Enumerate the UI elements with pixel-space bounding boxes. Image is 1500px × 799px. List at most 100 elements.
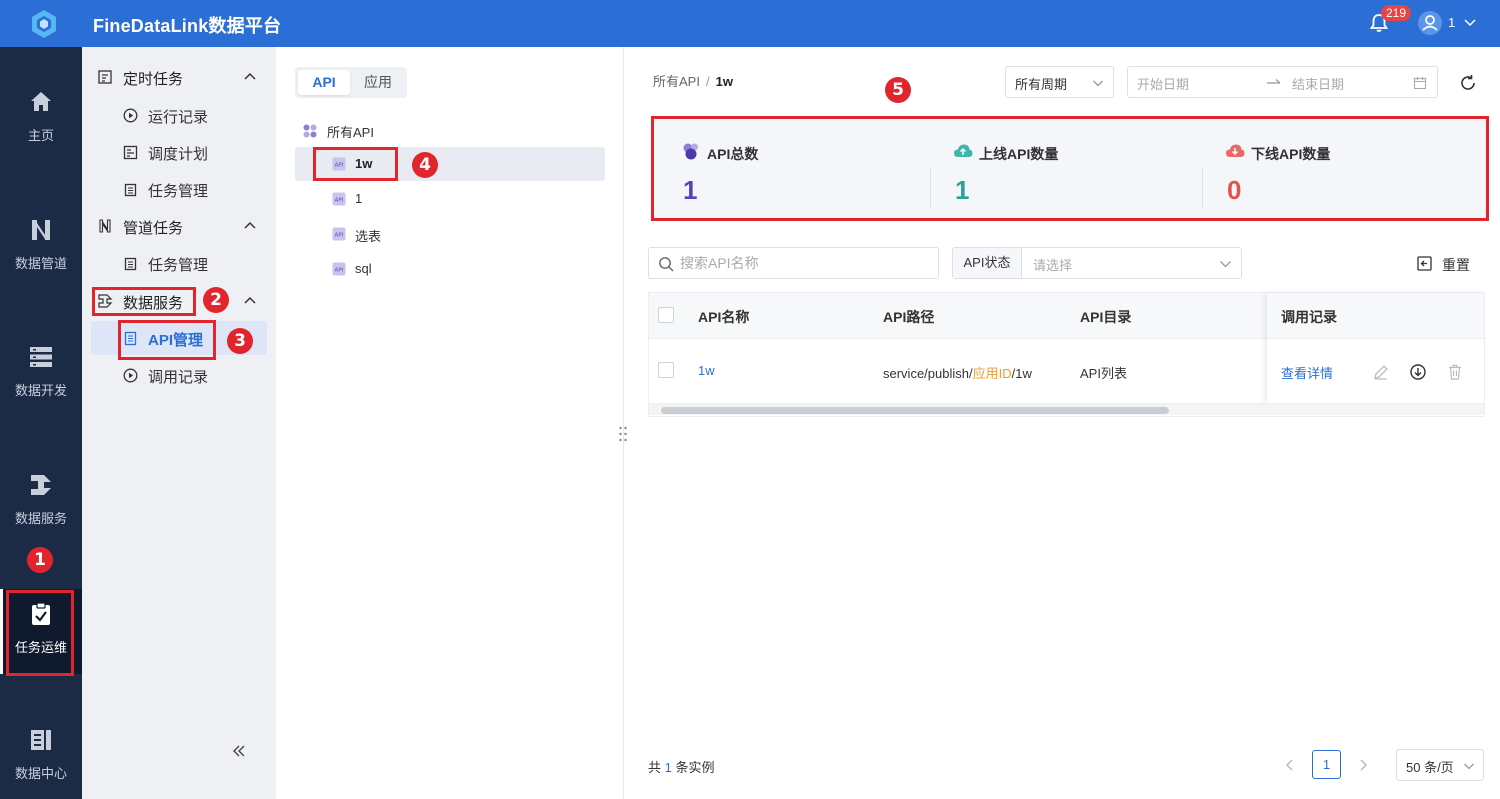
- annotation-box: [6, 590, 74, 676]
- edit-icon[interactable]: [1372, 363, 1390, 381]
- total-count: 共 1 条实例: [648, 757, 715, 776]
- rail-item-pipeline[interactable]: 数据管道: [0, 217, 82, 272]
- api-path-suffix: 1w: [1015, 366, 1032, 381]
- column-header: API目录: [1080, 309, 1132, 325]
- select-all-checkbox[interactable]: [658, 307, 674, 323]
- api-icon: API: [332, 227, 346, 241]
- svg-text:API: API: [335, 233, 344, 239]
- tab-app[interactable]: 应用: [352, 70, 404, 95]
- column-header: API名称: [698, 309, 750, 325]
- menu-item-label: 任务管理: [148, 257, 209, 274]
- rail-item-label: 数据管道: [14, 256, 67, 271]
- page-size-select[interactable]: 50 条/页: [1396, 749, 1484, 781]
- top-bar: FineDataLink数据平台 219 1: [0, 0, 1500, 47]
- rail-item-label: 数据开发: [14, 383, 67, 398]
- tab-api[interactable]: API: [298, 70, 350, 95]
- search-box: [648, 247, 939, 279]
- view-details-link[interactable]: 查看详情: [1281, 363, 1333, 382]
- api-table: API名称 API路径 API目录 1w service/publish/应用I…: [648, 292, 1485, 417]
- rail-item-label: 主页: [27, 128, 54, 143]
- menu-item-call-records[interactable]: 调用记录: [82, 358, 276, 392]
- breadcrumb-parent[interactable]: 所有API: [653, 74, 700, 89]
- annotation-number: 3: [227, 328, 253, 354]
- total-prefix: 共: [648, 760, 662, 775]
- start-date-input[interactable]: 开始日期: [1137, 74, 1189, 93]
- status-filter[interactable]: API状态 请选择: [952, 247, 1242, 279]
- search-input[interactable]: [680, 253, 930, 273]
- calendar-icon: [1413, 77, 1427, 90]
- date-range-picker[interactable]: 开始日期 结束日期: [1127, 66, 1438, 98]
- data-center-icon: [31, 730, 51, 750]
- menu-item-label: 调用记录: [148, 369, 209, 386]
- schedule-icon: [123, 145, 138, 160]
- pipeline-icon: [32, 220, 50, 240]
- menu-item-label: 调度计划: [148, 146, 209, 163]
- rail-item-data-center[interactable]: 数据中心: [0, 727, 82, 782]
- row-checkbox[interactable]: [658, 362, 674, 378]
- app-title: FineDataLink数据平台: [93, 16, 282, 36]
- menu-item-pipeline-task-manage[interactable]: 任务管理: [82, 246, 276, 280]
- total-number: 1: [664, 760, 672, 775]
- api-path: service/publish/应用ID/1w: [883, 363, 1032, 382]
- avatar[interactable]: [1418, 11, 1442, 35]
- chevron-right-icon[interactable]: [1354, 756, 1372, 774]
- menu-item-task-manage[interactable]: 任务管理: [82, 172, 276, 206]
- annotation-number: 2: [203, 287, 229, 313]
- play-circle-icon: [123, 368, 138, 383]
- menu-group-label: 定时任务: [123, 71, 184, 88]
- clipboard-icon: [124, 183, 137, 197]
- api-path-prefix: service/publish: [883, 366, 969, 381]
- tree-item[interactable]: API sql: [295, 252, 605, 286]
- user-name[interactable]: 1: [1448, 15, 1455, 30]
- annotation-box: [313, 147, 398, 181]
- tree-item[interactable]: API 1: [295, 182, 605, 216]
- trash-icon[interactable]: [1446, 363, 1464, 381]
- menu-group-pipeline[interactable]: 管道任务: [82, 211, 276, 241]
- left-rail: 主页 数据管道 数据开发 数据服务 任务运维 数据中心: [0, 47, 82, 799]
- svg-text:API: API: [335, 268, 344, 274]
- end-date-input[interactable]: 结束日期: [1292, 74, 1344, 93]
- menu-item-schedule-plan[interactable]: 调度计划: [82, 135, 276, 169]
- service-icon: [31, 475, 51, 495]
- status-filter-label: API状态: [953, 248, 1022, 278]
- notification-badge: 219: [1381, 5, 1412, 21]
- reset-label: 重置: [1442, 257, 1470, 273]
- rail-item-home[interactable]: 主页: [0, 89, 82, 144]
- rail-item-label: 数据服务: [14, 511, 67, 526]
- chevron-down-icon: [1464, 763, 1474, 770]
- fixed-action-column: 调用记录 查看详情: [1267, 293, 1484, 405]
- tree-item[interactable]: API 选表: [295, 217, 605, 251]
- chevron-down-icon: [1093, 80, 1103, 87]
- breadcrumb: 所有API / 1w: [653, 71, 733, 90]
- chevron-down-icon: [1220, 261, 1231, 268]
- chevron-up-icon[interactable]: [243, 294, 257, 308]
- period-select[interactable]: 所有周期: [1005, 66, 1114, 98]
- breadcrumb-separator: /: [705, 74, 710, 89]
- menu-item-label: 运行记录: [148, 109, 209, 126]
- annotation-number: 4: [412, 152, 438, 178]
- menu-item-run-records[interactable]: 运行记录: [82, 98, 276, 132]
- refresh-icon[interactable]: [1459, 74, 1477, 92]
- scrollbar-thumb[interactable]: [661, 407, 1169, 414]
- collapse-icon[interactable]: [232, 744, 246, 758]
- rail-item-dev[interactable]: 数据开发: [0, 344, 82, 399]
- page-size-value: 50 条/页: [1406, 760, 1454, 775]
- chevron-down-icon[interactable]: [1463, 15, 1477, 29]
- breadcrumb-current: 1w: [715, 74, 733, 89]
- rail-item-service[interactable]: 数据服务: [0, 472, 82, 527]
- menu-item-label: 任务管理: [148, 183, 209, 200]
- horizontal-scrollbar[interactable]: [649, 403, 1484, 415]
- column-header: 调用记录: [1281, 309, 1337, 325]
- menu-group-scheduled[interactable]: 定时任务: [82, 62, 276, 92]
- chevron-up-icon[interactable]: [243, 70, 257, 84]
- side-menu: 定时任务 运行记录 调度计划 任务管理 管道任务 任务管理 数据服务 API管理…: [82, 47, 276, 799]
- chevron-left-icon[interactable]: [1281, 756, 1299, 774]
- tree-item-label: 1: [355, 191, 363, 206]
- api-name-link[interactable]: 1w: [698, 363, 715, 378]
- arrow-right-icon: [1267, 79, 1281, 84]
- download-icon[interactable]: [1409, 363, 1427, 381]
- chevron-up-icon[interactable]: [243, 219, 257, 233]
- total-suffix: 条实例: [675, 760, 715, 775]
- page-button[interactable]: 1: [1312, 750, 1341, 779]
- user-icon: [1422, 15, 1438, 31]
